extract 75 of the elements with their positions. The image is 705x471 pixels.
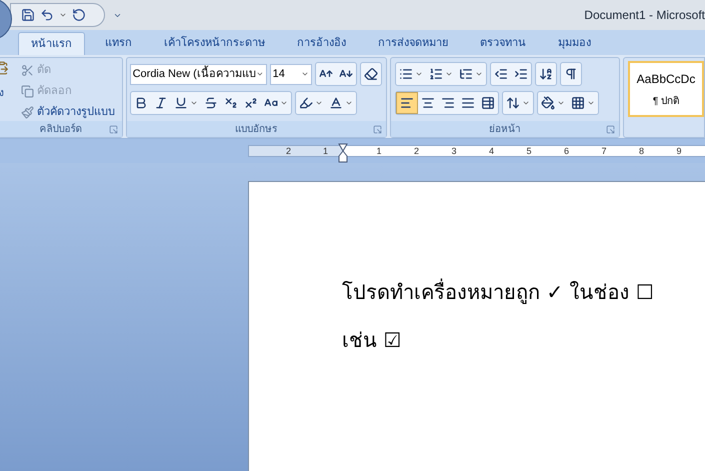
- format-painter-button[interactable]: ตัวคัดวางรูปแบบ: [21, 103, 115, 121]
- dialog-launcher-icon[interactable]: [606, 124, 615, 134]
- indent-marker-icon[interactable]: [338, 143, 348, 163]
- caret-icon: [314, 99, 323, 107]
- ribbon-tab[interactable]: มุมมอง: [546, 32, 603, 55]
- font-name-field[interactable]: Cordia New (เนื้อความแบ: [130, 64, 267, 84]
- text-direction-icon: [480, 96, 495, 110]
- subscript-icon: [224, 96, 238, 110]
- caret-icon[interactable]: [59, 11, 67, 19]
- font-color-icon: [328, 96, 343, 110]
- superscript-icon: [244, 96, 258, 110]
- caret-icon: [474, 70, 483, 78]
- ribbon-tab[interactable]: เค้าโครงหน้ากระดาษ: [152, 32, 277, 55]
- cut-icon: [21, 64, 34, 76]
- group-label: ย่อหน้า: [488, 122, 521, 136]
- ribbon-tab[interactable]: การอ้างอิง: [285, 32, 358, 55]
- decrease-indent-icon: [494, 67, 508, 81]
- undo-icon[interactable]: [40, 8, 54, 22]
- bullets-icon: [398, 67, 413, 81]
- borders-icon: [570, 96, 585, 110]
- underline-icon: [174, 96, 188, 110]
- ruler-number: 2: [414, 146, 419, 156]
- caret-icon: [256, 70, 264, 78]
- save-icon[interactable]: [21, 8, 35, 22]
- copy-icon: [21, 84, 34, 98]
- group-label: แบบอักษร: [235, 122, 278, 136]
- ruler-number: 1: [376, 146, 382, 156]
- font-size-field[interactable]: 14: [270, 64, 312, 84]
- sort-icon: [538, 67, 553, 81]
- increase-indent-icon: [514, 67, 528, 81]
- clear-formatting-icon: [364, 67, 378, 81]
- dialog-launcher-icon[interactable]: [108, 124, 118, 134]
- ribbon-tab[interactable]: หน้าแรก: [18, 32, 85, 55]
- paste-label[interactable]: ง: [0, 86, 4, 101]
- numbering-icon: [428, 67, 443, 81]
- ruler-number: 7: [601, 146, 606, 156]
- ruler-number: 4: [488, 146, 494, 156]
- ribbon-tab[interactable]: ตรวจทาน: [468, 32, 538, 55]
- shading-icon: [540, 96, 555, 110]
- ruler-number: 6: [564, 146, 569, 156]
- align-icon: [420, 96, 435, 110]
- ruler-number: 1: [322, 146, 328, 156]
- ribbon-tab[interactable]: การส่งจดหมาย: [366, 32, 460, 55]
- caret-icon: [190, 99, 198, 107]
- caret-icon: [556, 99, 565, 107]
- caret-icon: [344, 99, 353, 107]
- highlight-icon: [298, 96, 313, 110]
- caret-icon: [586, 99, 595, 107]
- format-painter-icon: [21, 106, 34, 118]
- line-spacing-icon: [506, 96, 520, 110]
- group-label: คลิปบอร์ด: [39, 122, 82, 136]
- caret-icon: [300, 70, 309, 78]
- ruler-number: 3: [451, 146, 456, 156]
- multilevel-list-icon: [458, 67, 473, 81]
- window-title: Document1 - Microsoft: [584, 7, 705, 24]
- align-button[interactable]: [396, 92, 418, 114]
- ruler-number: 9: [676, 146, 682, 156]
- caret-icon: [444, 70, 453, 78]
- show-marks-icon: [564, 67, 578, 81]
- ruler-number: 5: [526, 146, 532, 156]
- caret-icon: [414, 70, 423, 78]
- italic-icon: [154, 96, 168, 110]
- redo-icon[interactable]: [72, 8, 86, 22]
- style-gallery-item[interactable]: AaBbCcDc ¶ ปกติ: [628, 61, 704, 117]
- ruler-number: 2: [286, 146, 291, 156]
- document-text: เช่น ☑: [342, 330, 402, 350]
- align-icon: [460, 96, 475, 110]
- strikethrough-icon: [204, 96, 218, 110]
- caret-icon: [522, 99, 530, 107]
- dialog-launcher-icon[interactable]: [372, 124, 382, 134]
- align-icon: [440, 96, 455, 110]
- ribbon-tab[interactable]: แทรก: [93, 32, 144, 55]
- caret-icon: [280, 99, 288, 107]
- ruler-number: 8: [638, 146, 644, 156]
- align-icon: [400, 96, 414, 110]
